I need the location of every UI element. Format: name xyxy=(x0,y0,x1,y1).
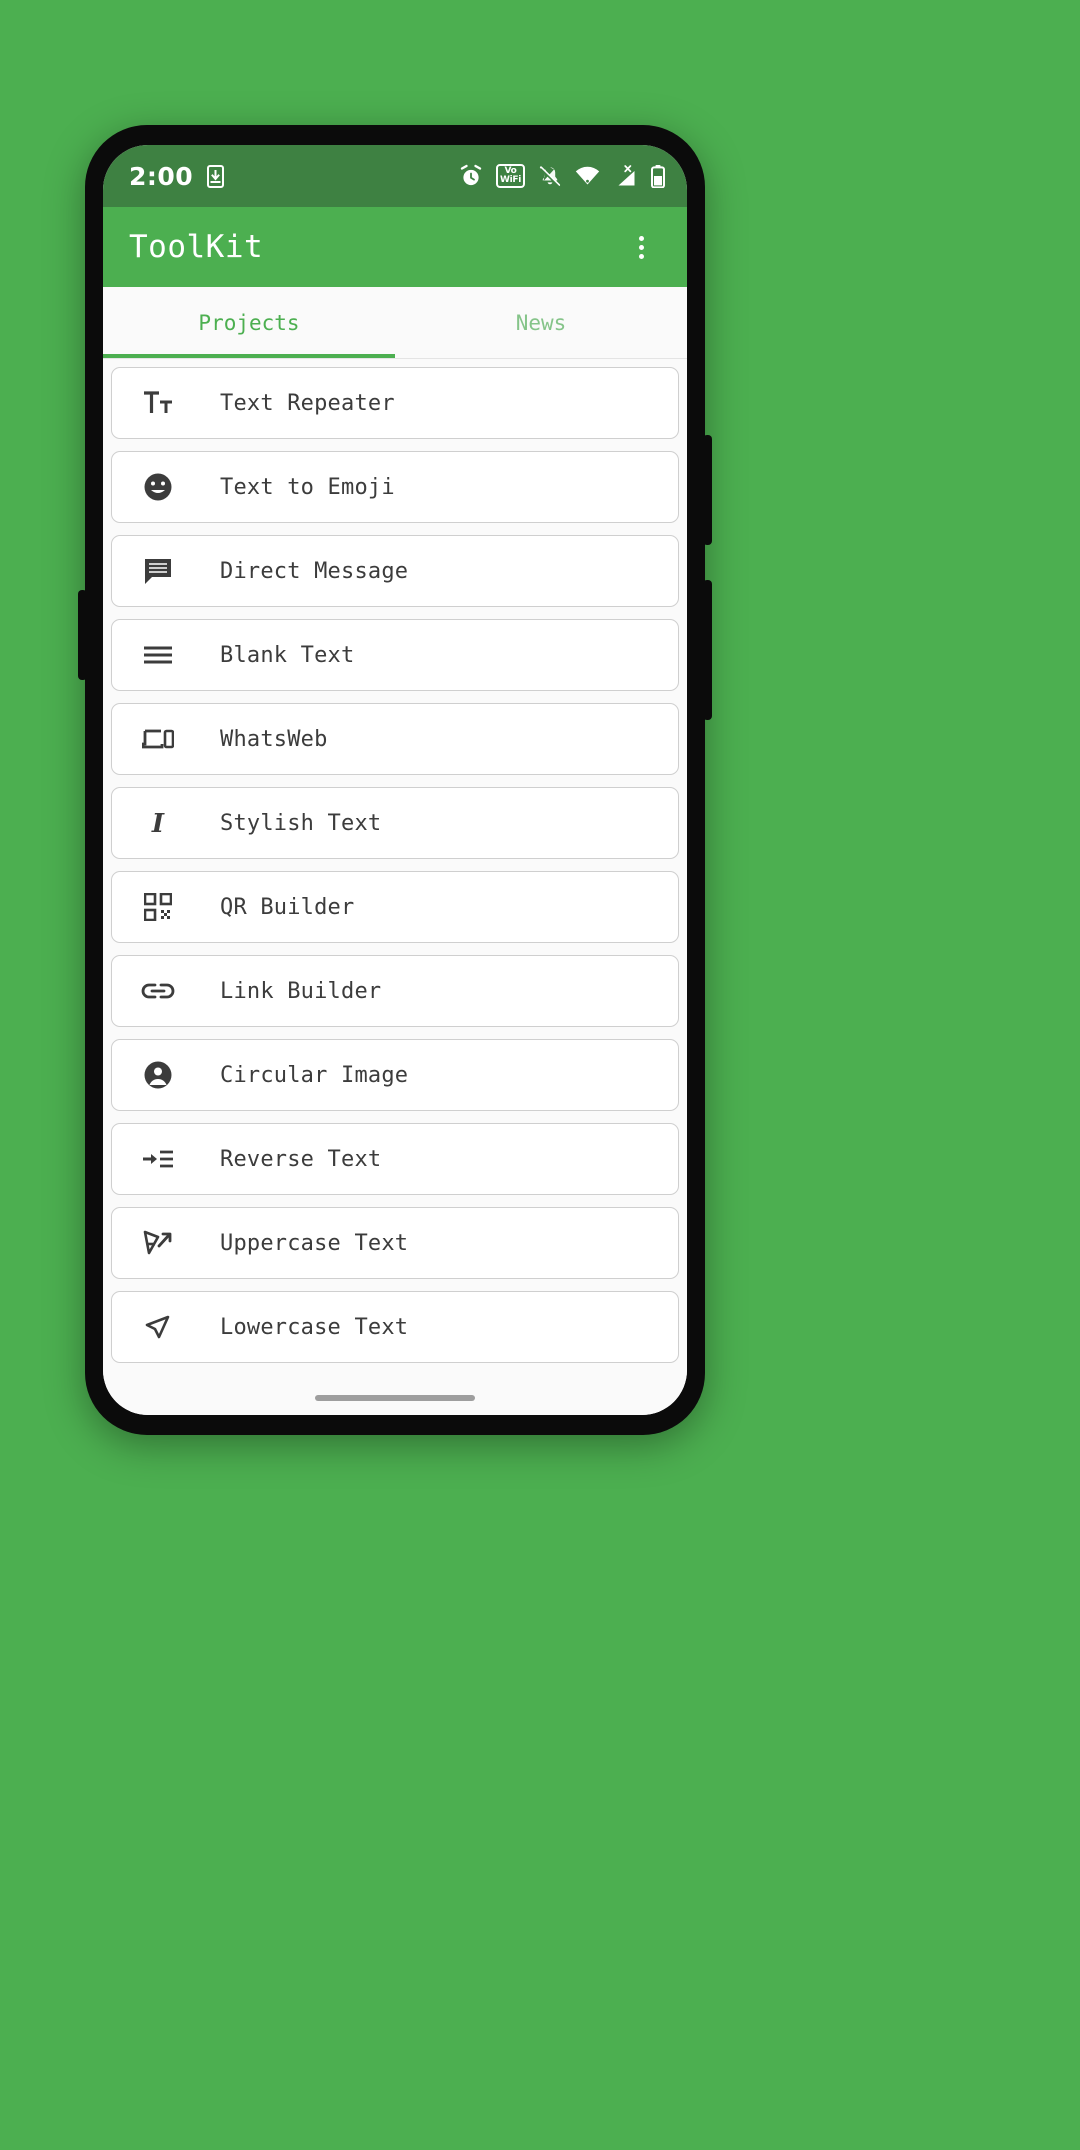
svg-text:I: I xyxy=(151,809,165,837)
phone-screen: 2:00 Vo WiFi ToolKit Projects News Text … xyxy=(103,145,687,1415)
phone-device-frame: 2:00 Vo WiFi ToolKit Projects News Text … xyxy=(78,125,712,1435)
vowifi-bottom-text: WiFi xyxy=(499,175,521,185)
overflow-dot xyxy=(638,253,644,259)
navigation-bar xyxy=(103,1381,687,1415)
list-item[interactable]: Lowercase Text xyxy=(111,1291,679,1363)
tool-list[interactable]: Text Repeater Text to Emoji Direct Messa… xyxy=(103,359,687,1381)
wifi-icon xyxy=(575,166,600,185)
tab-news-label: News xyxy=(515,310,567,335)
list-item-label: Reverse Text xyxy=(220,1146,382,1172)
list-item-label: QR Builder xyxy=(220,894,355,920)
list-item[interactable]: Text to Emoji xyxy=(111,451,679,523)
qr-code-icon xyxy=(134,893,182,921)
tab-news[interactable]: News xyxy=(395,287,687,358)
italic-icon: I xyxy=(134,809,182,837)
list-item[interactable]: QR Builder xyxy=(111,871,679,943)
home-gesture-pill[interactable] xyxy=(315,1395,475,1401)
text-format-icon xyxy=(134,390,182,416)
assistant-button[interactable] xyxy=(78,590,87,680)
list-item[interactable]: I Stylish Text xyxy=(111,787,679,859)
list-item-label: Lowercase Text xyxy=(220,1314,409,1340)
lowercase-arrow-icon xyxy=(134,1312,182,1342)
list-item[interactable]: Text Repeater xyxy=(111,367,679,439)
list-item[interactable]: Reverse Text xyxy=(111,1123,679,1195)
status-bar-right: Vo WiFi xyxy=(459,164,665,188)
list-item[interactable]: WhatsWeb xyxy=(111,703,679,775)
list-item-label: Stylish Text xyxy=(220,810,382,836)
status-clock: 2:00 xyxy=(129,161,194,191)
link-chain-icon xyxy=(134,981,182,1001)
tab-projects[interactable]: Projects xyxy=(103,287,395,358)
list-item-label: Circular Image xyxy=(220,1062,409,1088)
list-item-label: Blank Text xyxy=(220,642,355,668)
format-indent-icon xyxy=(134,1148,182,1170)
power-button[interactable] xyxy=(703,435,712,545)
emoji-face-icon xyxy=(134,472,182,502)
list-item[interactable]: Circular Image xyxy=(111,1039,679,1111)
account-circle-icon xyxy=(134,1060,182,1090)
list-item-label: Link Builder xyxy=(220,978,382,1004)
volume-button[interactable] xyxy=(703,580,712,720)
chat-bubble-icon xyxy=(134,556,182,586)
list-item[interactable]: Link Builder xyxy=(111,955,679,1027)
list-item-label: Uppercase Text xyxy=(220,1230,409,1256)
alarm-clock-icon xyxy=(460,164,482,186)
vowifi-icon: Vo WiFi xyxy=(495,164,525,188)
status-bar: 2:00 Vo WiFi xyxy=(103,145,687,207)
app-bar: ToolKit xyxy=(103,207,687,287)
list-item[interactable]: Blank Text xyxy=(111,619,679,691)
signal-no-data-icon xyxy=(618,164,635,185)
phone-download-icon xyxy=(207,164,225,188)
battery-icon xyxy=(651,164,665,188)
list-item-label: Text to Emoji xyxy=(220,474,395,500)
list-item-label: Direct Message xyxy=(220,558,409,584)
hamburger-lines-icon xyxy=(134,644,182,666)
bell-off-icon xyxy=(539,166,561,188)
overflow-dot xyxy=(638,244,644,250)
overflow-menu-icon[interactable] xyxy=(621,227,661,267)
status-bar-left: 2:00 xyxy=(129,161,225,191)
tab-bar: Projects News xyxy=(103,287,687,359)
laptop-phone-icon xyxy=(134,726,182,752)
overflow-dot xyxy=(638,235,644,241)
list-item-label: Text Repeater xyxy=(220,390,395,416)
list-item-label: WhatsWeb xyxy=(220,726,328,752)
list-item[interactable]: Uppercase Text xyxy=(111,1207,679,1279)
list-item[interactable]: Direct Message xyxy=(111,535,679,607)
tab-projects-label: Projects xyxy=(198,310,300,335)
app-title: ToolKit xyxy=(129,229,264,265)
uppercase-arrow-icon xyxy=(134,1228,182,1258)
